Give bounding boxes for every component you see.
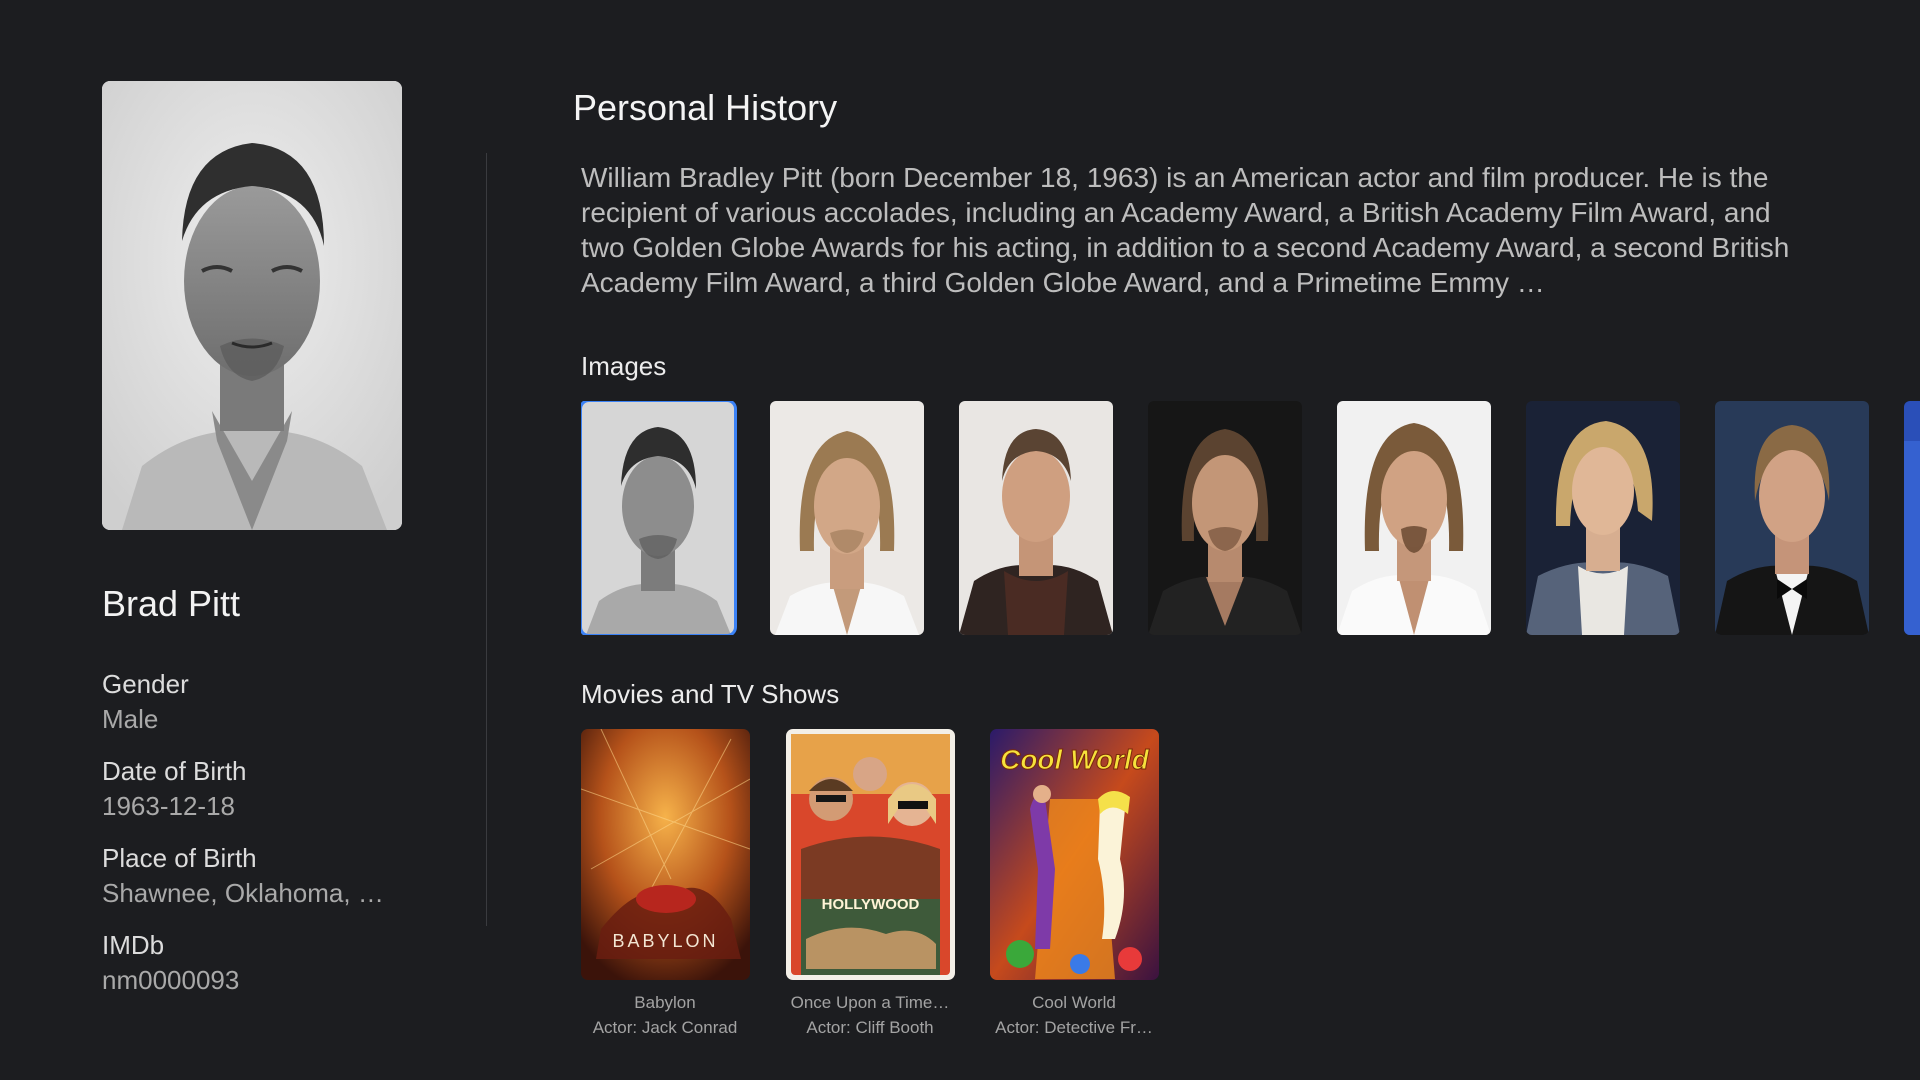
movie-title: Cool World <box>1032 993 1116 1012</box>
movie-title: Once Upon a Time… <box>790 993 950 1012</box>
images-row <box>581 401 1920 635</box>
image-card[interactable] <box>581 401 737 635</box>
movie-poster[interactable]: Cool World <box>990 729 1159 980</box>
fact-value: 1963-12-18 <box>102 791 235 821</box>
movie-poster[interactable]: HOLLYWOOD <box>786 729 955 980</box>
fact-date-of-birth: Date of Birth 1963-12-18 <box>102 755 422 825</box>
fact-label: Place of Birth <box>102 843 257 873</box>
movie-card[interactable]: HOLLYWOOD Once Upon a Time… Actor: Cliff… <box>786 729 955 1040</box>
movie-poster[interactable]: BABYLON <box>581 729 750 980</box>
profile-photo <box>102 81 402 530</box>
image-card[interactable] <box>1337 401 1491 635</box>
fact-label: Date of Birth <box>102 756 247 786</box>
fact-label: Gender <box>102 669 189 699</box>
image-card[interactable] <box>1715 401 1869 635</box>
movie-role: Actor: Detective Fr… <box>995 1018 1153 1037</box>
image-card[interactable] <box>1526 401 1680 635</box>
fact-value: nm0000093 <box>102 965 240 995</box>
personal-history-title: Personal History <box>573 87 838 128</box>
movie-role: Actor: Cliff Booth <box>806 1018 934 1037</box>
fact-gender: Gender Male <box>102 668 422 738</box>
poster-title-text: Cool World <box>1000 744 1150 775</box>
fact-label: IMDb <box>102 930 165 960</box>
biography-text[interactable]: William Bradley Pitt (born December 18, … <box>581 160 1811 300</box>
movies-heading: Movies and TV Shows <box>581 679 840 709</box>
person-info-panel: Brad Pitt Gender Male Date of Birth 1963… <box>102 81 422 1016</box>
image-card[interactable] <box>770 401 924 635</box>
person-name: Brad Pitt <box>102 583 241 624</box>
movie-title: Babylon <box>634 993 696 1012</box>
fact-value: Shawnee, Oklahoma, U… <box>102 878 402 908</box>
movie-role: Actor: Jack Conrad <box>592 1018 738 1037</box>
column-divider <box>486 153 487 926</box>
image-card[interactable] <box>959 401 1113 635</box>
poster-title-text: HOLLYWOOD <box>822 896 920 913</box>
image-card[interactable] <box>1904 401 1920 635</box>
image-card[interactable] <box>1148 401 1302 635</box>
movie-card[interactable]: BABYLON Babylon Actor: Jack Conrad <box>581 729 750 1040</box>
person-facts: Gender Male Date of Birth 1963-12-18 Pla… <box>102 668 422 999</box>
images-heading: Images <box>581 351 667 381</box>
person-details-page: Brad Pitt Gender Male Date of Birth 1963… <box>0 0 1920 1080</box>
poster-title-text: BABYLON <box>612 931 718 951</box>
fact-value: Male <box>102 704 159 734</box>
fact-place-of-birth: Place of Birth Shawnee, Oklahoma, U… <box>102 842 422 912</box>
movie-card[interactable]: Cool World Cool World Actor: Detective F… <box>990 729 1159 1040</box>
fact-imdb: IMDb nm0000093 <box>102 929 422 999</box>
